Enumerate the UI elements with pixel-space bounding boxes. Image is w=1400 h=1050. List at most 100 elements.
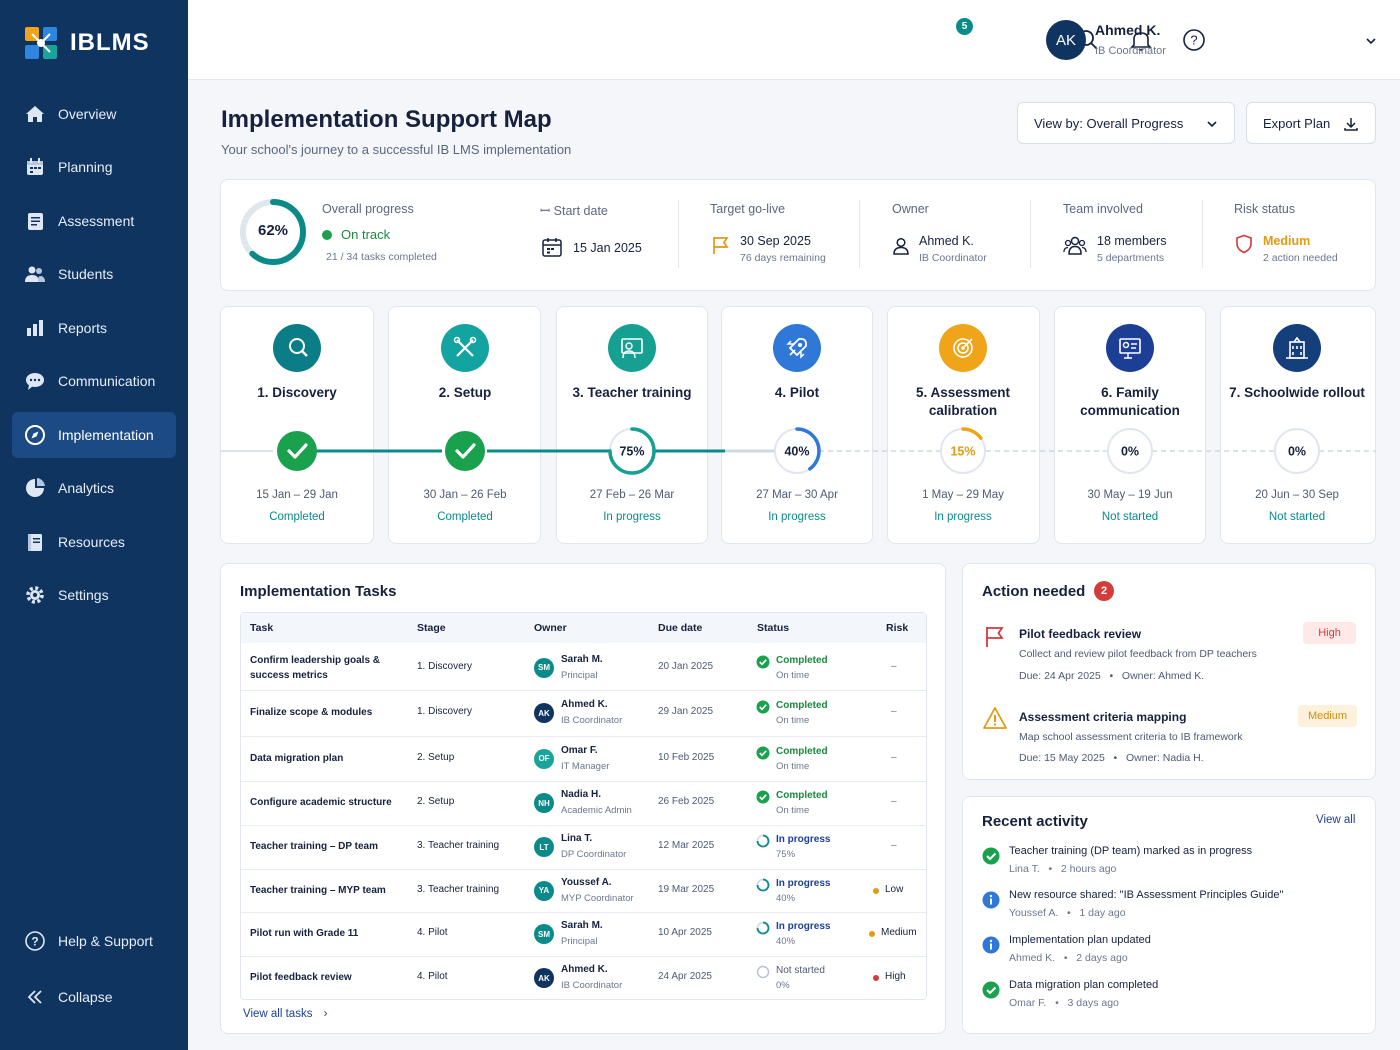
activity-text[interactable]: Teacher training (DP team) marked as in …: [1009, 845, 1252, 857]
sidebar-item-communication[interactable]: Communication: [12, 358, 176, 404]
risk-value: –: [891, 796, 897, 807]
stage-status: In progress: [768, 511, 826, 523]
risk-dot: [873, 887, 879, 894]
risk-badge-medium: Medium: [1298, 705, 1357, 727]
action-title[interactable]: Pilot feedback review: [1019, 627, 1141, 641]
progress-ring: 15%: [939, 427, 987, 475]
book-icon: [28, 534, 42, 551]
sidebar-item-analytics[interactable]: Analytics: [12, 465, 176, 511]
due-date: 10 Feb 2025: [658, 751, 715, 763]
avatar[interactable]: AK: [1046, 20, 1086, 60]
owner-role: Academic Admin: [561, 805, 632, 816]
logo-icon: [25, 27, 57, 59]
column-header-stage[interactable]: Stage: [417, 622, 446, 634]
sidebar-item-planning[interactable]: Planning: [12, 144, 176, 190]
export-plan-button[interactable]: Export Plan: [1246, 102, 1376, 144]
stage-status: Not started: [1268, 511, 1326, 523]
gear-icon: [26, 586, 44, 604]
sidebar-item-label: Overview: [58, 106, 117, 122]
stage-title: 1. Discovery: [257, 385, 337, 400]
status-text: Completed: [776, 700, 828, 711]
column-header-due-date[interactable]: Due date: [658, 622, 702, 634]
stage-progress: 75%: [619, 445, 644, 459]
target-icon: [939, 324, 987, 372]
page-title: Implementation Support Map: [221, 106, 552, 133]
stage-progress: 40%: [784, 445, 809, 459]
activity-text[interactable]: Implementation plan updated: [1009, 934, 1151, 946]
task-name: Data migration plan: [250, 752, 344, 764]
progress-ring: 75%: [608, 427, 656, 475]
app-name: IBLMS: [70, 29, 150, 56]
view-by-dropdown[interactable]: View by: Overall Progress: [1017, 102, 1235, 144]
check-circle-icon: [756, 746, 770, 759]
sidebar-item-implementation[interactable]: Implementation: [12, 412, 176, 458]
sidebar-item-reports[interactable]: Reports: [12, 305, 176, 351]
due-date: 10 Apr 2025: [658, 927, 712, 938]
action-title[interactable]: Assessment criteria mapping: [1019, 710, 1186, 724]
status-text: Not started: [776, 965, 825, 976]
risk-action: 2 action needed: [1263, 252, 1338, 264]
help-icon[interactable]: ?: [1182, 28, 1206, 52]
sidebar-item-settings[interactable]: Settings: [12, 572, 176, 618]
task-name: Teacher training – MYP team: [250, 884, 386, 896]
sidebar-item-label: Students: [58, 266, 114, 282]
owner-label: Owner: [892, 202, 929, 216]
sidebar-item-label: Resources: [58, 534, 125, 550]
stage-status: In progress: [603, 511, 661, 523]
status-text: In progress: [776, 877, 831, 889]
risk-level: Medium: [1263, 234, 1311, 248]
owner-name: Ahmed K.: [919, 234, 974, 248]
tools-icon: [441, 324, 489, 372]
team-members: 18 members: [1097, 234, 1167, 248]
activity-text[interactable]: New resource shared: "IB Assessment Prin…: [1009, 889, 1283, 901]
help-support-link[interactable]: ? Help & Support: [12, 918, 176, 964]
sidebar-item-students[interactable]: Students: [12, 251, 176, 297]
user-name: Ahmed K.: [1095, 22, 1161, 38]
column-header-risk[interactable]: Risk: [886, 622, 908, 634]
owner-role: Principal: [561, 936, 598, 947]
check-icon: [277, 431, 317, 471]
stage-status: Completed: [269, 511, 325, 523]
sidebar-item-label: Settings: [58, 587, 109, 603]
due-date: 24 Apr 2025: [658, 971, 712, 982]
risk-dot: [869, 931, 875, 937]
info-icon: [982, 891, 1000, 909]
view-all-activity-link[interactable]: View all: [1316, 814, 1355, 826]
stage-title: 6. Family communication: [1080, 385, 1180, 418]
status-text: On track: [341, 227, 391, 242]
owner-name: Nadia H.: [561, 789, 602, 800]
sidebar-item-assessment[interactable]: Assessment: [12, 198, 176, 244]
app-logo[interactable]: IBLMS: [24, 26, 150, 60]
task-name: Pilot feedback review: [250, 972, 352, 983]
progress-percent: 62%: [257, 222, 289, 239]
status-detail: On time: [776, 805, 810, 816]
view-all-tasks-link[interactable]: View all tasks ›: [243, 1008, 328, 1020]
column-header-owner[interactable]: Owner: [534, 622, 567, 634]
risk-value: Medium: [881, 927, 917, 938]
user-role: IB Coordinator: [1095, 45, 1166, 57]
sidebar-item-resources[interactable]: Resources: [12, 519, 176, 565]
task-stage: 1. Discovery: [417, 706, 473, 717]
activity-text[interactable]: Data migration plan completed: [1009, 979, 1158, 991]
flag-icon: [986, 627, 1004, 647]
status-detail: On time: [776, 715, 810, 726]
owner-name: Omar F.: [561, 744, 598, 756]
stage-dates: 30 May – 19 Jun: [1087, 489, 1173, 501]
action-meta: Due: 24 Apr 2025 • Owner: Ahmed K.: [1019, 670, 1205, 682]
column-header-status[interactable]: Status: [757, 622, 789, 634]
collapse-button[interactable]: Collapse: [12, 974, 176, 1020]
stage-title: 2. Setup: [438, 385, 492, 400]
divider: [678, 200, 679, 268]
chevron-down-icon[interactable]: [1364, 34, 1378, 48]
stage-progress: 0%: [1288, 445, 1306, 459]
avatar: OF: [534, 748, 554, 769]
sidebar-item-overview[interactable]: Overview: [12, 91, 176, 137]
due-date: 29 Jan 2025: [658, 706, 714, 717]
owner-role: IT Manager: [561, 760, 610, 772]
activity-meta: Lina T. • 2 hours ago: [1009, 863, 1117, 875]
task-stage: 2. Setup: [417, 796, 455, 807]
action-count-badge: 2: [1094, 581, 1114, 601]
column-header-task[interactable]: Task: [250, 622, 273, 634]
stage-dates: 1 May – 29 May: [922, 489, 1004, 501]
avatar: SM: [534, 924, 554, 944]
